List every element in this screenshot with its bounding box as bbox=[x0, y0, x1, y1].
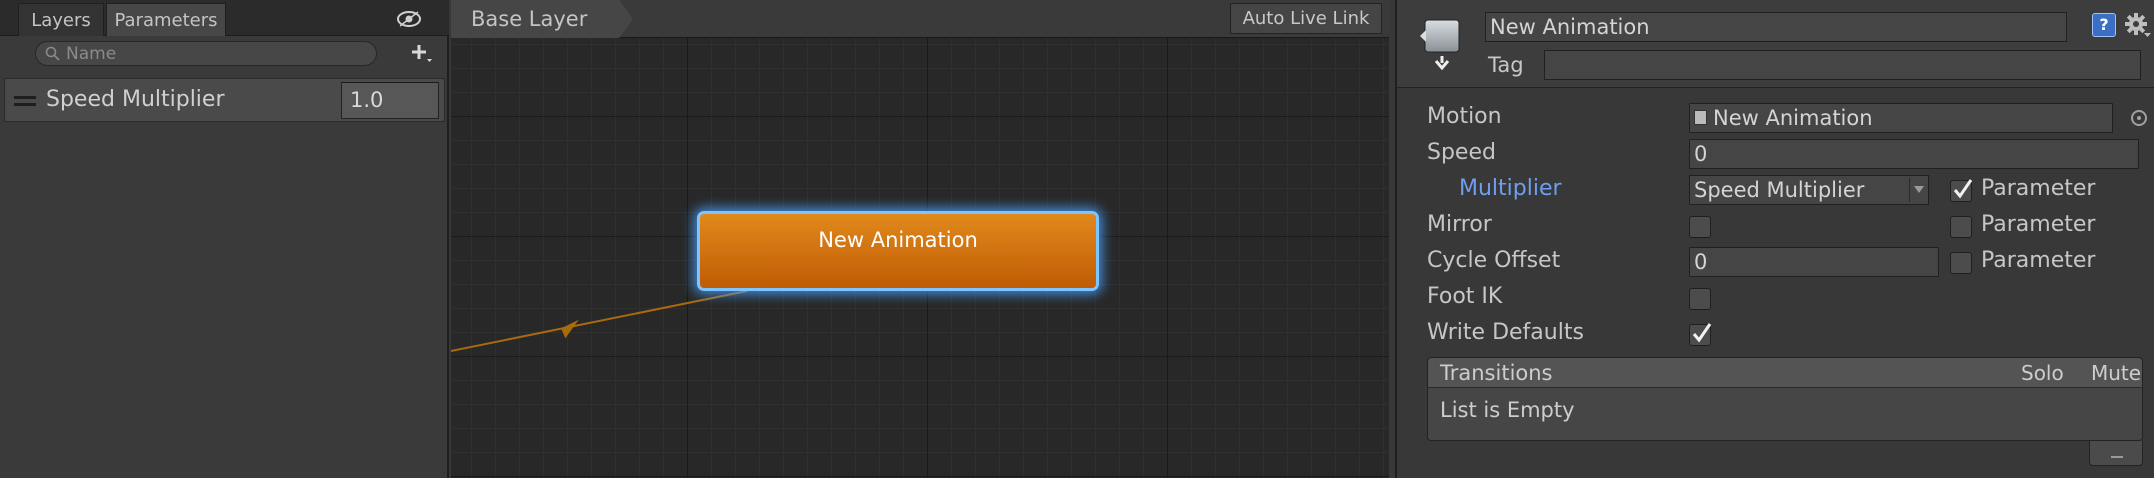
help-icon[interactable]: ? bbox=[2092, 13, 2116, 37]
multiplier-parameter-label: Parameter bbox=[1981, 176, 2096, 201]
animator-state-icon bbox=[1420, 19, 1460, 71]
auto-live-link-button[interactable]: Auto Live Link bbox=[1230, 3, 1382, 34]
remove-transition-button[interactable] bbox=[2089, 441, 2143, 466]
state-node[interactable]: New Animation bbox=[697, 211, 1099, 291]
motion-label: Motion bbox=[1427, 104, 1502, 129]
inspector-panel: New Animation ? Tag Motion New Animation bbox=[1395, 0, 2154, 478]
breadcrumb[interactable]: Base Layer bbox=[451, 0, 619, 38]
solo-column-label: Solo bbox=[2021, 361, 2064, 385]
state-node-label: New Animation bbox=[818, 228, 978, 252]
list-empty-text: List is Empty bbox=[1440, 398, 1575, 422]
mirror-parameter-label: Parameter bbox=[1981, 212, 2096, 237]
panel-tabs: Layers Parameters bbox=[0, 0, 449, 36]
multiplier-dropdown[interactable]: Speed Multiplier bbox=[1689, 175, 1929, 205]
parameters-panel: Layers Parameters Name Speed Multiplier bbox=[0, 0, 449, 478]
transitions-header: Transitions Solo Mute bbox=[1428, 358, 2142, 388]
tab-layers[interactable]: Layers bbox=[18, 3, 104, 36]
object-picker-icon[interactable] bbox=[2131, 110, 2147, 126]
write-defaults-checkbox[interactable] bbox=[1689, 323, 1712, 346]
cycle-offset-label: Cycle Offset bbox=[1427, 248, 1561, 273]
tag-field[interactable] bbox=[1544, 50, 2141, 80]
foot-ik-label: Foot IK bbox=[1427, 284, 1503, 309]
add-parameter-icon[interactable] bbox=[408, 40, 434, 66]
transitions-title: Transitions bbox=[1440, 361, 1553, 385]
search-input[interactable]: Name bbox=[35, 41, 377, 66]
search-icon bbox=[45, 46, 60, 61]
tag-label: Tag bbox=[1488, 53, 1524, 77]
animation-clip-icon bbox=[1694, 109, 1707, 125]
breadcrumb-label: Base Layer bbox=[471, 7, 588, 31]
checkmark-icon bbox=[1953, 179, 1973, 199]
foot-ik-checkbox[interactable] bbox=[1689, 288, 1711, 310]
multiplier-label: Multiplier bbox=[1459, 176, 1562, 201]
drag-handle-icon[interactable] bbox=[14, 96, 36, 106]
cycle-offset-parameter-label: Parameter bbox=[1981, 248, 2096, 273]
chevron-down-icon bbox=[1914, 186, 1924, 193]
multiplier-value: Speed Multiplier bbox=[1694, 178, 1865, 202]
state-machine-graph[interactable]: Base Layer Auto Live Link New Animation bbox=[451, 0, 1389, 478]
motion-value: New Animation bbox=[1713, 106, 1873, 130]
tab-parameters[interactable]: Parameters bbox=[106, 3, 226, 36]
parameter-value-field[interactable]: 1.0 bbox=[341, 82, 439, 119]
state-name-field[interactable]: New Animation bbox=[1485, 12, 2067, 42]
inspector-header: New Animation ? Tag bbox=[1397, 0, 2154, 88]
minus-icon bbox=[2111, 456, 2123, 458]
breadcrumb-arrow bbox=[619, 0, 633, 38]
mute-column-label: Mute bbox=[2091, 361, 2142, 385]
search-placeholder: Name bbox=[66, 44, 117, 64]
checkmark-icon bbox=[1692, 323, 1712, 343]
mirror-label: Mirror bbox=[1427, 212, 1492, 237]
motion-field[interactable]: New Animation bbox=[1689, 103, 2113, 133]
eye-icon[interactable] bbox=[396, 8, 422, 30]
graph-toolbar: Base Layer Auto Live Link bbox=[451, 0, 1389, 38]
parameter-name: Speed Multiplier bbox=[46, 87, 225, 112]
cycle-offset-field[interactable]: 0 bbox=[1689, 247, 1939, 277]
cycle-offset-parameter-checkbox[interactable] bbox=[1950, 252, 1972, 274]
transitions-list: Transitions Solo Mute List is Empty bbox=[1427, 357, 2143, 441]
mirror-parameter-checkbox[interactable] bbox=[1950, 216, 1972, 238]
gear-icon[interactable] bbox=[2124, 12, 2152, 40]
write-defaults-label: Write Defaults bbox=[1427, 320, 1584, 345]
animator-window: Layers Parameters Name Speed Multiplier bbox=[0, 0, 2154, 478]
multiplier-parameter-checkbox[interactable] bbox=[1950, 179, 1973, 202]
mirror-checkbox[interactable] bbox=[1689, 216, 1711, 238]
parameter-row[interactable]: Speed Multiplier 1.0 bbox=[4, 78, 445, 122]
speed-label: Speed bbox=[1427, 140, 1496, 165]
speed-field[interactable]: 0 bbox=[1689, 139, 2139, 169]
